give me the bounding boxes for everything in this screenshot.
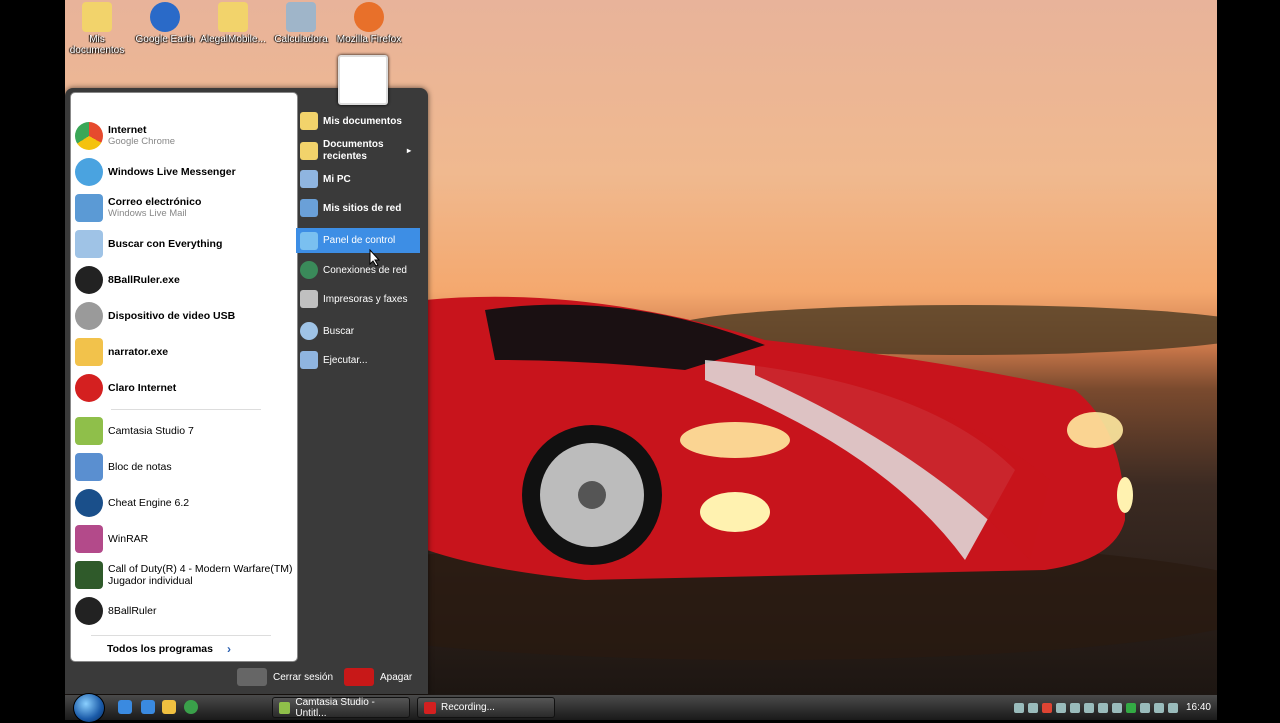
start-item-cod4[interactable]: Call of Duty(R) 4 - Modern Warfare(TM) Ju…	[75, 558, 293, 592]
tray-icon[interactable]	[1125, 702, 1136, 713]
ie-icon[interactable]	[118, 700, 132, 714]
tray-icon[interactable]	[1027, 702, 1038, 713]
google-earth-icon	[150, 2, 180, 32]
right-item-mi-pc[interactable]: Mi PC	[296, 166, 420, 192]
folder-documents-icon	[82, 2, 112, 32]
winrar-icon	[75, 525, 103, 553]
tray-icon[interactable]	[1069, 702, 1080, 713]
tray-icon[interactable]	[1055, 702, 1066, 713]
desktop-icon-google-earth[interactable]: Google Earth	[130, 2, 200, 45]
right-item-panel-control[interactable]: Panel de control	[296, 228, 420, 253]
right-item-documentos-recientes[interactable]: Documentos recientes ▸	[296, 134, 420, 168]
tray-icon[interactable]	[1111, 702, 1122, 713]
control-panel-icon	[300, 231, 318, 250]
right-item-buscar[interactable]: Buscar	[296, 318, 420, 344]
desktop-icon-mis-documentos[interactable]: Mis documentos	[65, 2, 132, 56]
record-icon	[424, 701, 436, 714]
folder-icon	[218, 2, 248, 32]
firefox-icon	[354, 2, 384, 32]
system-tray: 16:40	[1008, 695, 1217, 720]
start-item-cheat-engine[interactable]: Cheat Engine 6.2	[75, 486, 293, 520]
right-item-sitios-red[interactable]: Mis sitios de red	[296, 195, 420, 221]
clock[interactable]: 16:40	[1186, 702, 1211, 713]
folder-recent-icon	[300, 142, 318, 160]
arrow-right-icon: ›	[227, 642, 231, 656]
start-item-8ballruler-exe[interactable]: 8BallRuler.exe	[75, 263, 293, 297]
start-menu-places-pane: Mis documentos Documentos recientes ▸ Mi…	[296, 106, 426, 658]
webcam-icon	[75, 302, 103, 330]
start-item-8ballruler[interactable]: 8BallRuler	[75, 594, 293, 628]
utorrent-icon[interactable]	[184, 700, 198, 714]
right-item-ejecutar[interactable]: Ejecutar...	[296, 347, 420, 373]
start-item-everything[interactable]: Buscar con Everything	[75, 227, 293, 261]
lock-icon	[237, 668, 267, 686]
network-connections-icon	[300, 261, 318, 279]
calculator-icon	[286, 2, 316, 32]
network-places-icon	[300, 199, 318, 217]
mail-icon	[75, 194, 103, 222]
letterbox-right	[1217, 0, 1280, 720]
camtasia-icon	[75, 417, 103, 445]
taskbar: Camtasia Studio - Untitl... Recording...…	[65, 693, 1217, 723]
claro-icon	[75, 374, 103, 402]
mouse-cursor-icon	[369, 249, 381, 267]
start-menu: Internet Google Chrome Windows Live Messe…	[65, 55, 428, 694]
show-desktop-icon[interactable]	[162, 700, 176, 714]
start-item-messenger[interactable]: Windows Live Messenger	[75, 155, 293, 189]
computer-icon	[300, 170, 318, 188]
start-menu-footer: Cerrar sesión Apagar	[65, 660, 428, 694]
tray-icon[interactable]	[1013, 702, 1024, 713]
start-item-notepad[interactable]: Bloc de notas	[75, 450, 293, 484]
start-menu-programs-pane: Internet Google Chrome Windows Live Messe…	[70, 92, 298, 662]
logoff-button[interactable]: Cerrar sesión	[237, 668, 333, 686]
start-item-narrator[interactable]: narrator.exe	[75, 335, 293, 369]
start-item-video-usb[interactable]: Dispositivo de video USB	[75, 299, 293, 333]
submenu-arrow-icon: ▸	[407, 146, 412, 155]
chrome-icon	[75, 122, 103, 150]
folder-documents-icon	[300, 112, 318, 130]
tray-icon[interactable]	[1167, 702, 1178, 713]
start-button[interactable]	[73, 693, 105, 723]
tray-icon[interactable]	[1083, 702, 1094, 713]
letterbox-left	[0, 0, 65, 720]
messenger-icon	[75, 158, 103, 186]
search-everything-icon	[75, 230, 103, 258]
tray-icon[interactable]	[1097, 702, 1108, 713]
desktop-icon-calculadora[interactable]: Calculadora	[266, 2, 336, 45]
right-item-conexiones-red[interactable]: Conexiones de red	[296, 257, 420, 283]
taskbar-button-recording[interactable]: Recording...	[417, 697, 555, 718]
desktop-icon-alegalmobile[interactable]: AlegalMobile...	[198, 2, 268, 45]
all-programs-button[interactable]: Todos los programas ›	[107, 642, 231, 656]
taskbar-button-camtasia[interactable]: Camtasia Studio - Untitl...	[272, 697, 410, 719]
ie-icon[interactable]	[141, 700, 155, 714]
printer-icon	[300, 290, 318, 308]
run-icon	[300, 351, 318, 369]
camtasia-icon	[279, 701, 291, 714]
shutdown-button[interactable]: Apagar	[344, 668, 412, 686]
user-picture[interactable]	[338, 55, 388, 105]
menu-separator	[91, 635, 271, 636]
tray-icon[interactable]	[1153, 702, 1164, 713]
start-item-claro[interactable]: Claro Internet	[75, 371, 293, 405]
notepad-icon	[75, 453, 103, 481]
start-item-winrar[interactable]: WinRAR	[75, 522, 293, 556]
cod4-icon	[75, 561, 103, 589]
right-item-impresoras[interactable]: Impresoras y faxes	[296, 286, 420, 312]
desktop-icon-firefox[interactable]: Mozilla Firefox	[334, 2, 404, 45]
right-item-mis-documentos[interactable]: Mis documentos	[296, 108, 420, 134]
menu-separator	[111, 409, 261, 410]
narrator-icon	[75, 338, 103, 366]
search-icon	[300, 322, 318, 340]
start-item-correo[interactable]: Correo electrónico Windows Live Mail	[75, 191, 293, 225]
cheat-engine-icon	[75, 489, 103, 517]
start-item-camtasia[interactable]: Camtasia Studio 7	[75, 414, 293, 448]
tray-icon[interactable]	[1139, 702, 1150, 713]
8ball-icon	[75, 597, 103, 625]
8ball-icon	[75, 266, 103, 294]
start-item-internet[interactable]: Internet Google Chrome	[75, 119, 293, 153]
tray-icon[interactable]	[1041, 702, 1052, 713]
power-icon	[344, 668, 374, 686]
